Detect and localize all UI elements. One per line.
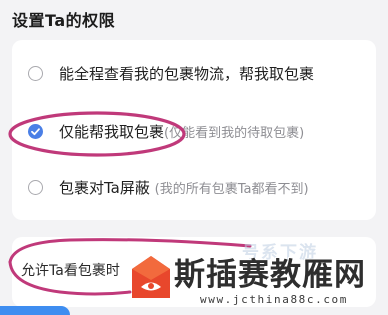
permissions-section-title: 设置Ta的权限 [12,11,116,30]
option-hint: (我的所有包裹Ta都看不到) [154,181,309,197]
option-hint: (仅能看到我的待取包裹) [164,125,305,141]
watermark-url-text: www.jcthina88c.com [200,293,349,306]
option-label: 包裹对Ta屏蔽 (我的所有包裹Ta都看不到) [59,177,309,198]
option-full-access[interactable]: 能全程查看我的包裹物流，帮我取包裹 [12,53,376,93]
option-label: 能全程查看我的包裹物流，帮我取包裹 [59,64,315,83]
radio-unchecked-icon[interactable] [28,65,43,81]
option-pickup-only[interactable]: 仅能帮我取包裹(仅能看到我的待取包裹) [12,111,376,151]
checkmark-icon [31,127,40,135]
allow-view-label: 允许Ta看包裹时 [21,263,120,279]
radio-unchecked-icon[interactable] [28,179,43,195]
radio-checked-icon[interactable] [28,123,43,139]
option-label-text: 仅能帮我取包裹 [59,122,165,141]
watermark-brand-text: 斯插赛教雁网 [174,257,366,293]
option-label-text: 包裹对Ta屏蔽 [59,178,150,197]
confirm-button-edge[interactable] [0,306,70,315]
option-block-packages[interactable]: 包裹对Ta屏蔽 (我的所有包裹Ta都看不到) [12,167,376,207]
option-label: 仅能帮我取包裹(仅能看到我的待取包裹) [59,121,304,142]
permission-options-card: 能全程查看我的包裹物流，帮我取包裹 仅能帮我取包裹(仅能看到我的待取包裹) 包裹… [12,40,376,220]
watermark-logo-icon [132,256,170,298]
